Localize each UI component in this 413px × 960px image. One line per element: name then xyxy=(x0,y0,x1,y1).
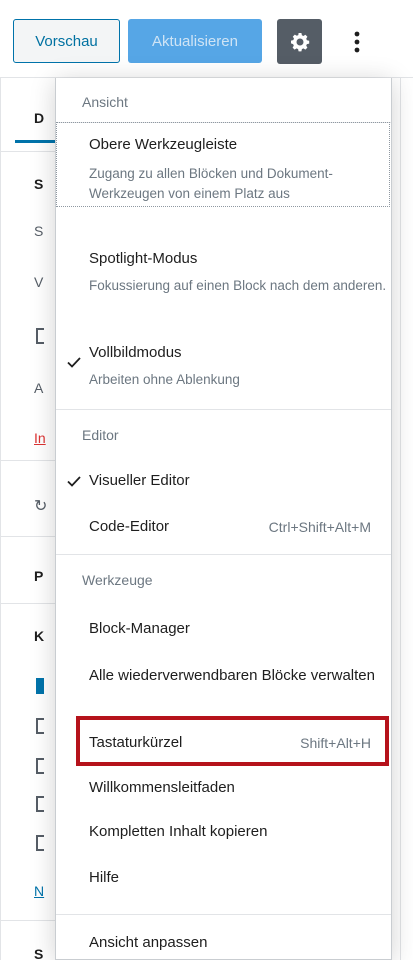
more-vertical-icon xyxy=(354,31,360,52)
sidebar-divider xyxy=(1,151,56,152)
menu-item-top-toolbar-desc: Zugang zu allen Blöcken und Dokument-Wer… xyxy=(89,166,333,201)
sidebar-category-checkbox[interactable] xyxy=(36,718,44,734)
group-label-tools: Werkzeuge xyxy=(82,572,153,588)
check-icon xyxy=(67,476,81,487)
sidebar-active-tab-indicator xyxy=(15,140,56,143)
menu-item-customize-view[interactable]: Ansicht anpassen xyxy=(89,934,207,951)
menu-item-block-manager[interactable]: Block-Manager xyxy=(89,620,190,637)
menu-item-top-toolbar-label: Obere Werkzeugleiste xyxy=(89,136,238,153)
code-editor-shortcut: Ctrl+Shift+Alt+M xyxy=(268,519,371,535)
sidebar-divider xyxy=(1,603,56,604)
menu-divider xyxy=(56,409,391,410)
menu-item-copy-all-content[interactable]: Kompletten Inhalt kopieren xyxy=(89,823,267,840)
more-tools-options-menu: Ansicht Obere Werkzeugleiste Zugang zu a… xyxy=(55,78,392,960)
sidebar-checkbox[interactable] xyxy=(36,328,44,344)
gear-icon xyxy=(290,32,309,51)
sidebar-category-checkbox[interactable] xyxy=(36,758,44,774)
sidebar-divider xyxy=(1,460,56,461)
sidebar-divider xyxy=(1,920,56,921)
settings-button[interactable] xyxy=(277,19,322,64)
sidebar-section-permalink[interactable]: P xyxy=(34,568,43,584)
sidebar-new-category-link[interactable]: N xyxy=(34,883,44,899)
menu-divider xyxy=(56,554,391,555)
editor-toolbar: Vorschau Aktualisieren xyxy=(0,0,413,78)
group-label-editor: Editor xyxy=(82,427,119,443)
sidebar-category-checkbox[interactable] xyxy=(36,796,44,812)
update-button[interactable]: Aktualisieren xyxy=(128,19,262,63)
sidebar-section-status[interactable]: S xyxy=(34,176,43,192)
sidebar-tab-document[interactable]: D xyxy=(34,110,44,126)
menu-item-help[interactable]: Hilfe xyxy=(89,869,119,886)
menu-item-welcome-guide[interactable]: Willkommensleitfaden xyxy=(89,779,235,796)
sidebar-trash-link[interactable]: In xyxy=(34,430,46,446)
sidebar-row: V xyxy=(34,274,44,290)
sidebar-section[interactable]: S xyxy=(34,946,43,960)
menu-item-spotlight-mode[interactable]: Spotlight-Modus xyxy=(89,250,197,267)
menu-item-fullscreen-mode-desc: Arbeiten ohne Ablenkung xyxy=(89,372,240,387)
check-icon xyxy=(67,357,81,368)
menu-item-fullscreen-mode[interactable]: Vollbildmodus xyxy=(89,344,182,361)
sidebar-category-checkbox[interactable] xyxy=(36,678,44,694)
menu-item-spotlight-mode-desc: Fokussierung auf einen Block nach dem an… xyxy=(89,278,387,293)
sidebar-divider xyxy=(1,536,56,537)
sidebar-row: S xyxy=(34,223,44,239)
group-label-view: Ansicht xyxy=(82,94,128,110)
sidebar-revisions-icon[interactable]: ↻ xyxy=(34,496,47,516)
sidebar-row: A xyxy=(34,380,44,396)
menu-item-visual-editor[interactable]: Visueller Editor xyxy=(89,472,190,489)
menu-item-keyboard-shortcuts[interactable]: Tastaturkürzel xyxy=(89,734,182,751)
menu-divider xyxy=(56,914,391,915)
more-menu-button[interactable] xyxy=(337,19,377,64)
sidebar-scroll-edge xyxy=(400,78,413,960)
preview-button[interactable]: Vorschau xyxy=(13,19,120,63)
menu-item-code-editor[interactable]: Code-Editor xyxy=(89,518,169,535)
sidebar-category-checkbox[interactable] xyxy=(36,835,44,851)
sidebar-section-categories[interactable]: K xyxy=(34,628,44,644)
keyboard-shortcuts-shortcut: Shift+Alt+H xyxy=(300,735,371,751)
settings-sidebar-background: D S S V A In ↻ P K N S xyxy=(0,78,56,960)
menu-item-manage-reusable-blocks[interactable]: Alle wiederverwendbaren Blöcke verwalten xyxy=(89,665,379,687)
